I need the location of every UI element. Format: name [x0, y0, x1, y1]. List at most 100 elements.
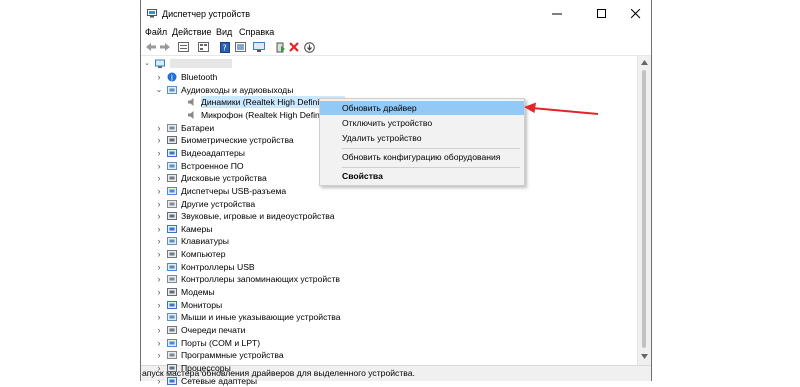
- minimize-button[interactable]: [542, 4, 572, 24]
- close-icon: [631, 9, 641, 19]
- download-icon: [303, 41, 315, 53]
- chevron-right-icon[interactable]: ›: [155, 324, 163, 336]
- tree-item-label: Модемы: [181, 287, 215, 297]
- toolbar: ?: [141, 39, 651, 56]
- device-category-icon: [167, 288, 177, 296]
- help-button[interactable]: ?: [219, 41, 231, 53]
- chevron-right-icon[interactable]: ›: [155, 235, 163, 247]
- back-button[interactable]: [145, 41, 157, 53]
- computer-icon: [155, 59, 165, 68]
- chevron-right-icon[interactable]: ›: [155, 71, 163, 83]
- list-view-button[interactable]: [197, 41, 209, 53]
- update-driver-toolbar-button[interactable]: [275, 41, 287, 53]
- scroll-up-icon[interactable]: [641, 60, 648, 65]
- chevron-right-icon[interactable]: ›: [155, 349, 163, 361]
- chevron-right-icon[interactable]: ›: [155, 273, 163, 285]
- tree-item-label: Порты (COM и LPT): [181, 338, 261, 348]
- menu-update-driver[interactable]: Обновить драйвер: [320, 101, 524, 115]
- chevron-right-icon[interactable]: ›: [155, 122, 163, 134]
- menu-separator: [342, 148, 520, 149]
- svg-text:ᛒ: ᛒ: [170, 74, 174, 82]
- chevron-right-icon[interactable]: ›: [155, 311, 163, 323]
- chevron-right-icon[interactable]: ›: [155, 223, 163, 235]
- chevron-down-icon[interactable]: ⌄: [155, 84, 163, 96]
- chevron-right-icon[interactable]: ›: [155, 337, 163, 349]
- device-category-icon: [167, 200, 177, 208]
- menu-view[interactable]: Вид: [216, 27, 232, 37]
- tree-item-11[interactable]: › Звуковые, игровые и видеоустройства: [141, 210, 481, 222]
- chevron-right-icon[interactable]: ›: [155, 261, 163, 273]
- tree-item-16[interactable]: › Контроллеры запоминающих устройств: [141, 273, 481, 285]
- menu-help[interactable]: Справка: [239, 27, 274, 37]
- scroll-down-icon[interactable]: [641, 354, 648, 359]
- chevron-right-icon[interactable]: ›: [155, 362, 163, 374]
- tree-item-18[interactable]: › Мониторы: [141, 299, 481, 311]
- tree-item-13[interactable]: › Клавиатуры: [141, 235, 481, 247]
- device-category-icon: [167, 212, 177, 220]
- chevron-down-icon[interactable]: ⌄: [143, 58, 151, 70]
- tree-item-15[interactable]: › Контроллеры USB: [141, 261, 481, 273]
- chevron-right-icon[interactable]: ›: [155, 172, 163, 184]
- chevron-right-icon[interactable]: ›: [155, 210, 163, 222]
- title-bar[interactable]: Диспетчер устройств: [141, 0, 651, 28]
- tree-item-label: Батареи: [181, 123, 215, 133]
- chevron-right-icon[interactable]: ›: [155, 147, 163, 159]
- uninstall-device-button[interactable]: [288, 41, 300, 53]
- tree-item-label: Мониторы: [181, 300, 223, 310]
- device-category-icon: [167, 301, 177, 309]
- menu-action[interactable]: Действие: [172, 27, 212, 37]
- properties-button[interactable]: [177, 41, 189, 53]
- uninstall-x-icon: [289, 42, 299, 52]
- chevron-right-icon[interactable]: ›: [155, 185, 163, 197]
- tree-item-label: Контроллеры запоминающих устройств: [181, 274, 340, 284]
- tree-item-17[interactable]: › Модемы: [141, 286, 481, 298]
- tree-item-label: Компьютер: [181, 249, 226, 259]
- menu-uninstall-device-label: Удалить устройство: [342, 133, 422, 143]
- menu-update-driver-label: Обновить драйвер: [342, 103, 417, 113]
- chevron-right-icon[interactable]: ›: [155, 375, 163, 387]
- tree-item-1[interactable]: ⌄ Аудиовходы и аудиовыходы: [141, 84, 481, 96]
- menu-disable-device[interactable]: Отключить устройство: [320, 116, 524, 130]
- tree-item-label: Клавиатуры: [181, 236, 229, 246]
- chevron-right-icon[interactable]: ›: [155, 160, 163, 172]
- tree-item-label: Другие устройства: [181, 199, 256, 209]
- tree-item-20[interactable]: › Очереди печати: [141, 324, 481, 336]
- menu-file[interactable]: Файл: [145, 27, 167, 37]
- svg-text:?: ?: [223, 43, 227, 52]
- tree-item-21[interactable]: › Порты (COM и LPT): [141, 337, 481, 349]
- tree-item-label: Диспетчеры USB-разъема: [181, 186, 287, 196]
- show-hidden-button[interactable]: [234, 41, 246, 53]
- vertical-scrollbar[interactable]: [637, 56, 651, 365]
- tree-item-23[interactable]: › Процессоры: [141, 362, 481, 374]
- enable-device-button[interactable]: [303, 41, 315, 53]
- device-category-icon: [167, 351, 177, 359]
- tree-item-14[interactable]: › Компьютер: [141, 248, 481, 260]
- forward-button[interactable]: [159, 41, 171, 53]
- tree-item-label: Аудиовходы и аудиовыходы: [181, 85, 294, 95]
- menu-scan-hardware[interactable]: Обновить конфигурацию оборудования: [320, 150, 524, 164]
- tree-item-22[interactable]: › Программные устройства: [141, 349, 481, 361]
- chevron-right-icon[interactable]: ›: [155, 248, 163, 260]
- scroll-thumb[interactable]: [642, 70, 646, 348]
- device-category-icon: [167, 187, 177, 195]
- scan-hardware-button[interactable]: [253, 41, 265, 53]
- properties-icon: [177, 42, 189, 52]
- chevron-right-icon[interactable]: ›: [155, 134, 163, 146]
- tree-item-0[interactable]: › ᛒ Bluetooth: [141, 71, 481, 83]
- redacted-computer-name: [170, 59, 232, 68]
- tree-item-10[interactable]: › Другие устройства: [141, 198, 481, 210]
- tree-item-19[interactable]: › Мыши и иные указывающие устройства: [141, 311, 481, 323]
- chevron-right-icon[interactable]: ›: [155, 286, 163, 298]
- maximize-button[interactable]: [587, 4, 617, 24]
- menu-uninstall-device[interactable]: Удалить устройство: [320, 131, 524, 145]
- menu-properties[interactable]: Свойства: [320, 169, 524, 183]
- tree-item-label: Процессоры: [181, 363, 231, 373]
- menu-separator: [342, 167, 520, 168]
- tree-item-label: Встроенное ПО: [181, 161, 244, 171]
- close-button[interactable]: [621, 4, 651, 24]
- tree-item-24[interactable]: › Сетевые адаптеры: [141, 375, 481, 387]
- tree-item-12[interactable]: › Камеры: [141, 223, 481, 235]
- chevron-right-icon[interactable]: ›: [155, 299, 163, 311]
- chevron-right-icon[interactable]: ›: [155, 198, 163, 210]
- tree-item-9[interactable]: › Диспетчеры USB-разъема: [141, 185, 481, 197]
